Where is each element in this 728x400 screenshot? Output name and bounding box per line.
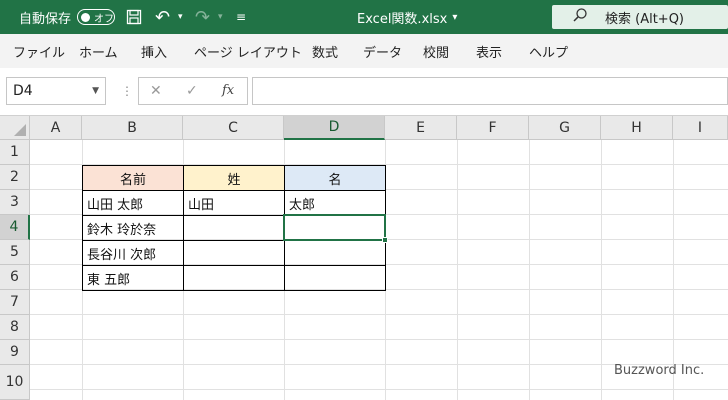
gridline — [601, 140, 602, 400]
column-header-e[interactable]: E — [385, 116, 457, 140]
formula-bar: D4 ▼ ⋮ ✕ ✓ fx — [0, 68, 728, 116]
cell-c4[interactable] — [183, 215, 285, 241]
cell-b5[interactable]: 長谷川 次郎 — [82, 240, 184, 266]
formula-input[interactable] — [252, 77, 728, 105]
gridline — [30, 339, 728, 340]
cell-b2[interactable]: 名前 — [82, 165, 184, 191]
column-header-d[interactable]: D — [284, 116, 385, 140]
autosave-toggle[interactable]: オフ — [77, 9, 115, 25]
tab-data[interactable]: データ — [363, 34, 402, 68]
toggle-knob — [81, 12, 90, 22]
autosave-label: 自動保存 — [19, 11, 72, 27]
gridline — [30, 389, 728, 390]
cell-b6[interactable]: 東 五郎 — [82, 265, 184, 291]
redo-icon[interactable]: ↷ — [195, 0, 210, 34]
row-header-3[interactable]: 3 — [0, 190, 30, 215]
cell-c6[interactable] — [183, 265, 285, 291]
active-cell-border — [283, 214, 386, 241]
gridline — [457, 140, 458, 400]
file-name[interactable]: Excel関数.xlsx ▾ — [357, 0, 457, 34]
row-header-7[interactable]: 7 — [0, 290, 30, 315]
row-header-2[interactable]: 2 — [0, 165, 30, 190]
cell-d5[interactable] — [284, 240, 386, 266]
fill-handle[interactable] — [382, 237, 388, 243]
row-header-6[interactable]: 6 — [0, 265, 30, 290]
column-header-c[interactable]: C — [183, 116, 284, 140]
worksheet-grid: A B C D E F G H I 1 2 3 4 5 6 7 8 9 10 名… — [0, 116, 728, 400]
row-header-4[interactable]: 4 — [0, 215, 30, 240]
gridline — [673, 140, 674, 400]
search-box[interactable]: 検索 (Alt+Q) — [552, 5, 728, 29]
tab-page-layout[interactable]: ページ レイアウト — [194, 34, 302, 68]
tab-home[interactable]: ホーム — [79, 34, 118, 68]
enter-icon[interactable]: ✓ — [186, 83, 198, 99]
cell-b3[interactable]: 山田 太郎 — [82, 190, 184, 216]
row-header-10[interactable]: 10 — [0, 365, 30, 400]
row-header-1[interactable]: 1 — [0, 140, 30, 165]
watermark: Buzzword Inc. — [614, 363, 705, 378]
cell-c5[interactable] — [183, 240, 285, 266]
cancel-icon[interactable]: ✕ — [150, 83, 162, 99]
search-placeholder: 検索 (Alt+Q) — [605, 11, 685, 27]
undo-icon[interactable]: ↶ — [155, 0, 170, 34]
tab-view[interactable]: 表示 — [476, 34, 502, 68]
name-box-dropdown-icon[interactable]: ▼ — [92, 86, 99, 96]
column-header-a[interactable]: A — [30, 116, 82, 140]
gridline — [529, 140, 530, 400]
title-bar: 自動保存 オフ ↶ ▾ ↷ ▾ ≡ Excel関数.xlsx ▾ 検索 (Alt… — [0, 0, 728, 34]
file-name-chevron-icon: ▾ — [452, 11, 458, 23]
search-icon — [572, 7, 592, 27]
row-header-8[interactable]: 8 — [0, 315, 30, 340]
tab-help[interactable]: ヘルプ — [529, 34, 568, 68]
autosave-state: オフ — [94, 13, 114, 25]
vertical-ellipsis-icon[interactable]: ⋮ — [121, 84, 133, 98]
column-header-i[interactable]: I — [673, 116, 728, 140]
name-box[interactable]: D4 ▼ — [6, 77, 106, 105]
column-header-g[interactable]: G — [529, 116, 601, 140]
cell-d2[interactable]: 名 — [284, 165, 386, 191]
cell-d3[interactable]: 太郎 — [284, 190, 386, 216]
tab-formulas[interactable]: 数式 — [312, 34, 338, 68]
cell-c3[interactable]: 山田 — [183, 190, 285, 216]
select-all-triangle-icon — [14, 124, 26, 136]
undo-dropdown-icon[interactable]: ▾ — [178, 0, 183, 34]
column-header-h[interactable]: H — [601, 116, 673, 140]
file-name-text: Excel関数.xlsx — [357, 11, 448, 27]
formula-buttons: ✕ ✓ fx — [138, 77, 248, 105]
gridline — [30, 314, 728, 315]
redo-dropdown-icon[interactable]: ▾ — [218, 0, 223, 34]
tab-file[interactable]: ファイル — [13, 34, 65, 68]
save-icon[interactable] — [126, 0, 142, 34]
cell-d6[interactable] — [284, 265, 386, 291]
tab-insert[interactable]: 挿入 — [141, 34, 167, 68]
select-all-button[interactable] — [0, 116, 30, 140]
customize-toolbar-icon[interactable]: ≡ — [236, 0, 246, 34]
column-header-b[interactable]: B — [82, 116, 183, 140]
tab-review[interactable]: 校閲 — [423, 34, 449, 68]
cell-b4[interactable]: 鈴木 玲於奈 — [82, 215, 184, 241]
name-box-value: D4 — [13, 83, 33, 99]
column-header-f[interactable]: F — [457, 116, 529, 140]
row-header-9[interactable]: 9 — [0, 340, 30, 365]
ribbon-tabs: ファイル ホーム 挿入 ページ レイアウト 数式 データ 校閲 表示 ヘルプ — [0, 34, 728, 68]
cell-c2[interactable]: 姓 — [183, 165, 285, 191]
insert-function-button[interactable]: fx — [222, 83, 234, 98]
row-header-5[interactable]: 5 — [0, 240, 30, 265]
